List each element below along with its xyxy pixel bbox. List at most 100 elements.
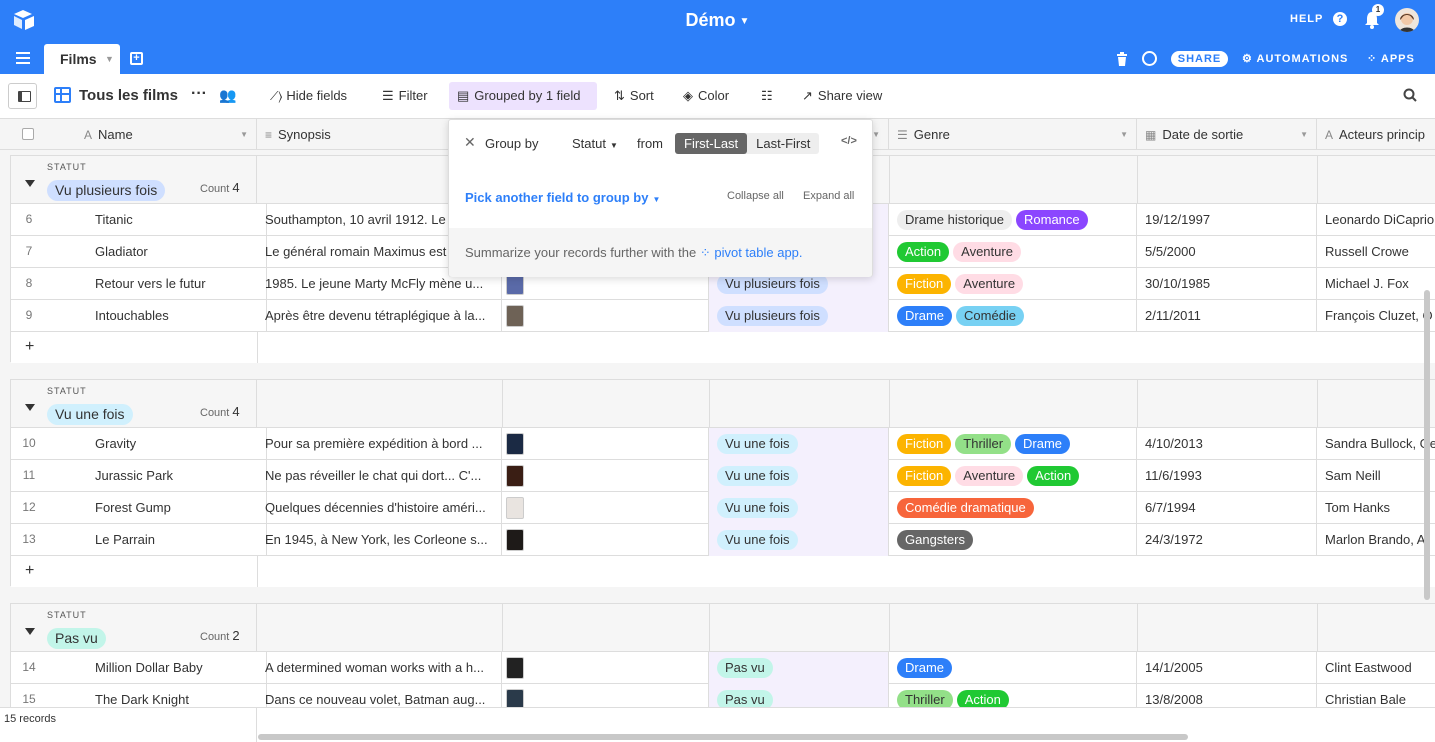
cell-name-container[interactable]: Forest Gump — [87, 492, 267, 524]
cell-synopsis-container[interactable]: Quelques décennies d'histoire améri... — [257, 492, 502, 524]
apps-button[interactable]: ⁘ APPS — [1367, 52, 1415, 65]
cell-genres-container[interactable]: Fiction Aventure — [889, 268, 1137, 300]
column-header-acteurs[interactable]: A Acteurs princip — [1317, 119, 1435, 150]
close-icon[interactable]: ✕ — [464, 134, 476, 151]
cell-date-container[interactable]: 2/11/2011 — [1137, 300, 1317, 332]
share-button[interactable]: SHARE — [1171, 51, 1228, 67]
collapse-triangle-icon[interactable] — [25, 628, 35, 635]
avatar[interactable] — [1395, 8, 1419, 32]
add-record-row[interactable]: + — [11, 556, 1435, 587]
poster-thumbnail[interactable] — [506, 529, 524, 551]
cell-synopsis-container[interactable]: En 1945, à New York, les Corleone s... — [257, 524, 502, 556]
cell-date-container[interactable]: 11/6/1993 — [1137, 460, 1317, 492]
group-header[interactable]: STATUT Vu une fois Count 4 — [11, 380, 1435, 428]
cell-date-container[interactable]: 14/1/2005 — [1137, 652, 1317, 684]
cell-synopsis-container[interactable]: Après être devenu tétraplégique à la... — [257, 300, 502, 332]
cell-genres-container[interactable]: Gangsters — [889, 524, 1137, 556]
cell-acteurs-container[interactable]: Leonardo DiCaprio — [1317, 204, 1435, 236]
sidebar-toggle-button[interactable] — [8, 83, 37, 109]
cell-acteurs-container[interactable]: François Cluzet, O — [1317, 300, 1435, 332]
table-row[interactable]: 11 Jurassic Park Ne pas réveiller le chat … — [11, 460, 1435, 492]
help-link[interactable]: HELP — [1290, 13, 1323, 25]
row-height-icon[interactable]: ☷ — [761, 88, 773, 104]
cell-synopsis-container[interactable]: Pour sa première expédition à bord ... — [257, 428, 502, 460]
automations-button[interactable]: ⚙ AUTOMATIONS — [1242, 52, 1348, 65]
vertical-scrollbar[interactable] — [1424, 290, 1430, 600]
cell-genres-container[interactable]: Action Aventure — [889, 236, 1137, 268]
add-record-row[interactable]: + — [11, 332, 1435, 363]
cell-acteurs-container[interactable]: Sandra Bullock, Ge — [1317, 428, 1435, 460]
add-record-icon[interactable]: + — [25, 338, 34, 356]
cell-genres-container[interactable]: Comédie dramatique — [889, 492, 1137, 524]
select-all-checkbox[interactable] — [22, 128, 34, 140]
table-row[interactable]: 12 Forest Gump Quelques décennies d'histoi… — [11, 492, 1435, 524]
cell-acteurs-container[interactable]: Sam Neill — [1317, 460, 1435, 492]
cell-name-container[interactable]: Le Parrain — [87, 524, 267, 556]
horizontal-scrollbar[interactable] — [258, 734, 1188, 740]
add-record-icon[interactable]: + — [25, 562, 34, 580]
base-title[interactable]: Démo ▼ — [0, 10, 1435, 31]
collapse-all-button[interactable]: Collapse all — [727, 190, 784, 202]
cell-acteurs-container[interactable]: Russell Crowe — [1317, 236, 1435, 268]
sort-button[interactable]: ⇅ Sort — [614, 88, 654, 104]
column-header-name[interactable]: A Name ▼ — [76, 119, 257, 150]
cell-name-container[interactable]: Retour vers le futur — [87, 268, 267, 300]
cell-synopsis-container[interactable]: A determined woman works with a h... — [257, 652, 502, 684]
cell-statut-container[interactable]: Vu une fois — [709, 492, 889, 524]
cell-genres-container[interactable]: Drame historique Romance — [889, 204, 1137, 236]
cell-statut-container[interactable]: Vu une fois — [709, 524, 889, 556]
group-field-select[interactable]: Statut ▼ — [572, 136, 618, 151]
color-button[interactable]: ◈ Color — [683, 88, 729, 104]
cell-date-container[interactable]: 4/10/2013 — [1137, 428, 1317, 460]
collaborators-icon[interactable]: 👥 — [219, 87, 236, 104]
view-name[interactable]: Tous les films — [79, 87, 178, 104]
poster-thumbnail[interactable] — [506, 497, 524, 519]
cell-thumb-container[interactable] — [502, 524, 709, 556]
chevron-down-icon[interactable]: ▼ — [240, 130, 248, 139]
column-header-date[interactable]: ▦ Date de sortie ▼ — [1137, 119, 1317, 150]
cell-date-container[interactable]: 19/12/1997 — [1137, 204, 1317, 236]
cell-name-container[interactable]: Titanic — [87, 204, 267, 236]
chevron-down-icon[interactable]: ▼ — [105, 54, 114, 64]
cell-name-container[interactable]: Million Dollar Baby — [87, 652, 267, 684]
poster-thumbnail[interactable] — [506, 465, 524, 487]
cell-statut-container[interactable]: Vu plusieurs fois — [709, 300, 889, 332]
table-row[interactable]: 14 Million Dollar Baby A determined woman … — [11, 652, 1435, 684]
group-header[interactable]: STATUT Pas vu Count 2 — [11, 604, 1435, 652]
cell-name-container[interactable]: Gravity — [87, 428, 267, 460]
chevron-down-icon[interactable]: ▼ — [1120, 130, 1128, 139]
cell-thumb-container[interactable] — [502, 428, 709, 460]
poster-thumbnail[interactable] — [506, 433, 524, 455]
help-icon[interactable]: ? — [1333, 12, 1347, 26]
cell-thumb-container[interactable] — [502, 652, 709, 684]
trash-icon[interactable] — [1116, 52, 1128, 66]
hamburger-menu-icon[interactable] — [16, 52, 30, 64]
share-view-button[interactable]: ↗ Share view — [802, 88, 882, 104]
add-table-icon[interactable]: + — [130, 52, 143, 65]
pivot-table-link[interactable]: ⁘ pivot table app. — [700, 245, 803, 260]
cell-date-container[interactable]: 30/10/1985 — [1137, 268, 1317, 300]
cell-statut-container[interactable]: Vu une fois — [709, 428, 889, 460]
column-header-genre[interactable]: ☰ Genre ▼ — [889, 119, 1137, 150]
chevron-down-icon[interactable]: ▼ — [1300, 130, 1308, 139]
cell-synopsis-container[interactable]: Ne pas réveiller le chat qui dort... C'.… — [257, 460, 502, 492]
poster-thumbnail[interactable] — [506, 657, 524, 679]
cell-genres-container[interactable]: Fiction Thriller Drame — [889, 428, 1137, 460]
table-row[interactable]: 9 Intouchables Après être devenu tétraplég… — [11, 300, 1435, 332]
cell-statut-container[interactable]: Vu une fois — [709, 460, 889, 492]
last-first-option[interactable]: Last-First — [747, 133, 819, 154]
history-icon[interactable] — [1142, 51, 1157, 66]
cell-acteurs-container[interactable]: Marlon Brando, Al — [1317, 524, 1435, 556]
code-icon[interactable]: </> — [841, 135, 857, 147]
cell-thumb-container[interactable] — [502, 460, 709, 492]
table-row[interactable]: 13 Le Parrain En 1945, à New York, les Cor… — [11, 524, 1435, 556]
chevron-down-icon[interactable]: ▼ — [872, 130, 880, 139]
cell-date-container[interactable]: 6/7/1994 — [1137, 492, 1317, 524]
cell-acteurs-container[interactable]: Tom Hanks — [1317, 492, 1435, 524]
collapse-triangle-icon[interactable] — [25, 180, 35, 187]
cell-genres-container[interactable]: Fiction Aventure Action — [889, 460, 1137, 492]
cell-name-container[interactable]: Intouchables — [87, 300, 267, 332]
cell-acteurs-container[interactable]: Michael J. Fox — [1317, 268, 1435, 300]
filter-button[interactable]: ☰ Filter — [382, 88, 428, 104]
cell-date-container[interactable]: 24/3/1972 — [1137, 524, 1317, 556]
